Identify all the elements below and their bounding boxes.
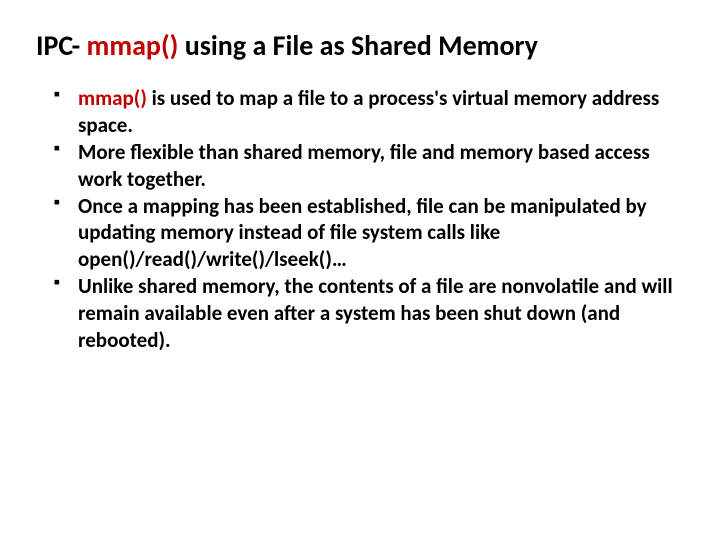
list-item: mmap() is used to map a file to a proces… (54, 85, 684, 139)
list-item: Once a mapping has been established, fil… (54, 193, 684, 274)
slide-title: IPC- mmap() using a File as Shared Memor… (36, 28, 684, 63)
bullet-text: is used to map a file to a process's vir… (78, 85, 659, 138)
bullet-text: Unlike shared memory, the contents of a … (78, 273, 673, 353)
title-prefix: IPC- (36, 28, 87, 63)
list-item: Unlike shared memory, the contents of a … (54, 273, 684, 354)
bullet-accent: mmap() (78, 85, 147, 111)
bullet-list: mmap() is used to map a file to a proces… (36, 85, 684, 354)
bullet-text: More flexible than shared memory, file a… (78, 139, 650, 192)
list-item: More flexible than shared memory, file a… (54, 139, 684, 193)
title-accent: mmap() (87, 28, 179, 63)
bullet-text: Once a mapping has been established, fil… (78, 193, 647, 273)
title-suffix: using a File as Shared Memory (178, 28, 537, 63)
slide: IPC- mmap() using a File as Shared Memor… (0, 0, 720, 540)
